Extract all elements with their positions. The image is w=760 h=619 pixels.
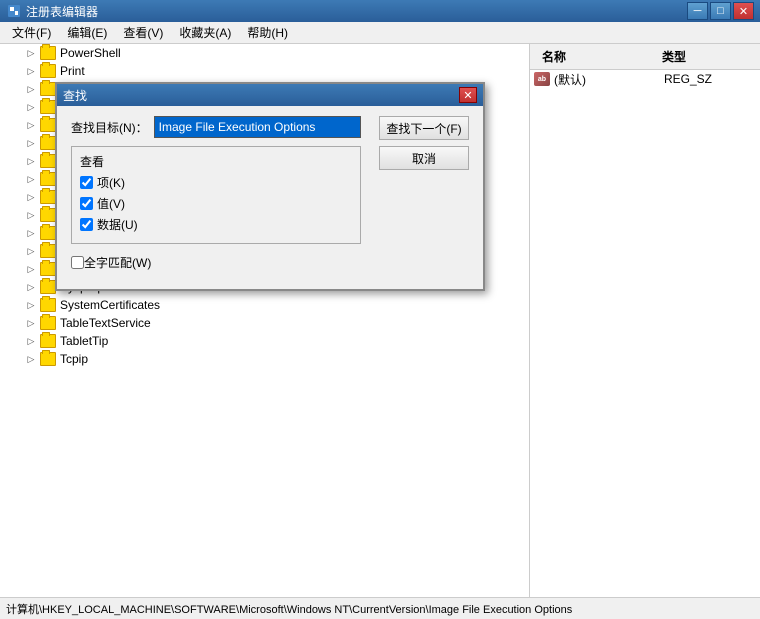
search-target-label: 查找目标(N)： — [71, 119, 148, 136]
checkbox-full-match[interactable] — [71, 256, 84, 269]
checkbox-row-value: 值(V) — [80, 195, 352, 212]
checkbox-item-label: 项(K) — [97, 174, 125, 191]
dialog-title-bar: 查找 ✕ — [57, 84, 483, 106]
search-target-row: 查找目标(N)： 查看 项(K) 值(V) — [71, 116, 469, 271]
checkbox-row-data: 数据(U) — [80, 216, 352, 233]
cancel-button[interactable]: 取消 — [379, 146, 469, 170]
dialog-title: 查找 — [63, 87, 459, 104]
search-input[interactable] — [154, 116, 361, 138]
checkbox-value-label: 值(V) — [97, 195, 125, 212]
checkbox-value[interactable] — [80, 197, 93, 210]
look-in-label: 查看 — [80, 153, 352, 170]
dialog-overlay: 查找 ✕ 查找目标(N)： 查看 项(K) — [0, 0, 760, 619]
dialog-buttons: 查找下一个(F) 取消 — [371, 116, 469, 170]
find-dialog: 查找 ✕ 查找目标(N)： 查看 项(K) — [55, 82, 485, 291]
checkbox-data-label: 数据(U) — [97, 216, 138, 233]
find-next-button[interactable]: 查找下一个(F) — [379, 116, 469, 140]
checkbox-item[interactable] — [80, 176, 93, 189]
dialog-body: 查找目标(N)： 查看 项(K) 值(V) — [57, 106, 483, 289]
full-match-label: 全字匹配(W) — [84, 254, 151, 271]
checkbox-row-item: 项(K) — [80, 174, 352, 191]
checkbox-data[interactable] — [80, 218, 93, 231]
dialog-close-button[interactable]: ✕ — [459, 87, 477, 103]
full-match-row: 全字匹配(W) — [71, 254, 361, 271]
